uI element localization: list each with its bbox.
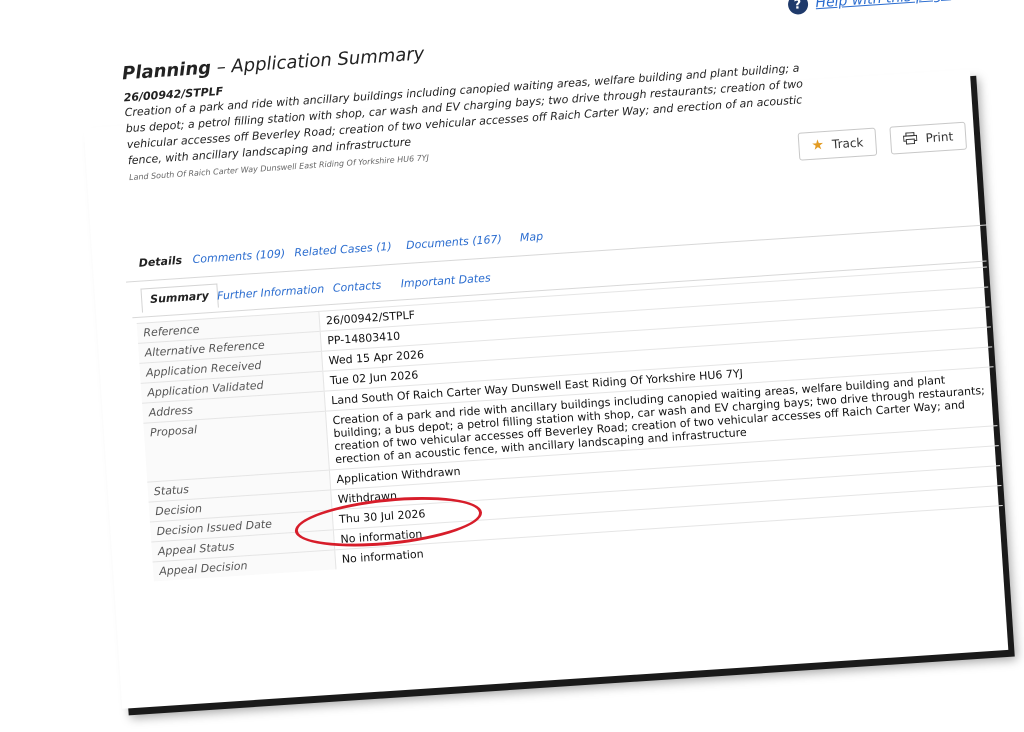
page-title: Planning – Application Summary — [121, 43, 424, 84]
track-button[interactable]: ★ Track — [797, 127, 878, 161]
help-link[interactable]: ? Help with this page — [786, 0, 951, 16]
print-button-label: Print — [925, 129, 954, 146]
details-table: Reference 26/00942/STPLF Alternative Refe… — [136, 267, 1005, 582]
track-button-label: Track — [831, 135, 864, 152]
print-icon — [903, 131, 918, 147]
tab-comments[interactable]: Comments (109) — [192, 247, 285, 266]
help-link-label[interactable]: Help with this page — [815, 0, 951, 11]
tab-details[interactable]: Details — [138, 254, 182, 270]
tab-documents[interactable]: Documents (167) — [406, 233, 502, 252]
page-title-strong: Planning — [121, 57, 212, 85]
help-icon: ? — [786, 0, 809, 16]
subtab-summary[interactable]: Summary — [140, 283, 219, 313]
subtab-contacts[interactable]: Contacts — [332, 279, 381, 295]
tab-map[interactable]: Map — [519, 230, 543, 245]
page-title-rest: – Application Summary — [210, 43, 425, 79]
tab-related-cases[interactable]: Related Cases (1) — [294, 240, 392, 259]
subtab-important-dates[interactable]: Important Dates — [400, 271, 491, 290]
subtab-further-information[interactable]: Further Information — [217, 282, 325, 302]
application-summary-card: ? Help with this page Planning – Applica… — [83, 0, 1009, 709]
print-button[interactable]: Print — [889, 121, 968, 155]
star-icon: ★ — [810, 137, 825, 154]
